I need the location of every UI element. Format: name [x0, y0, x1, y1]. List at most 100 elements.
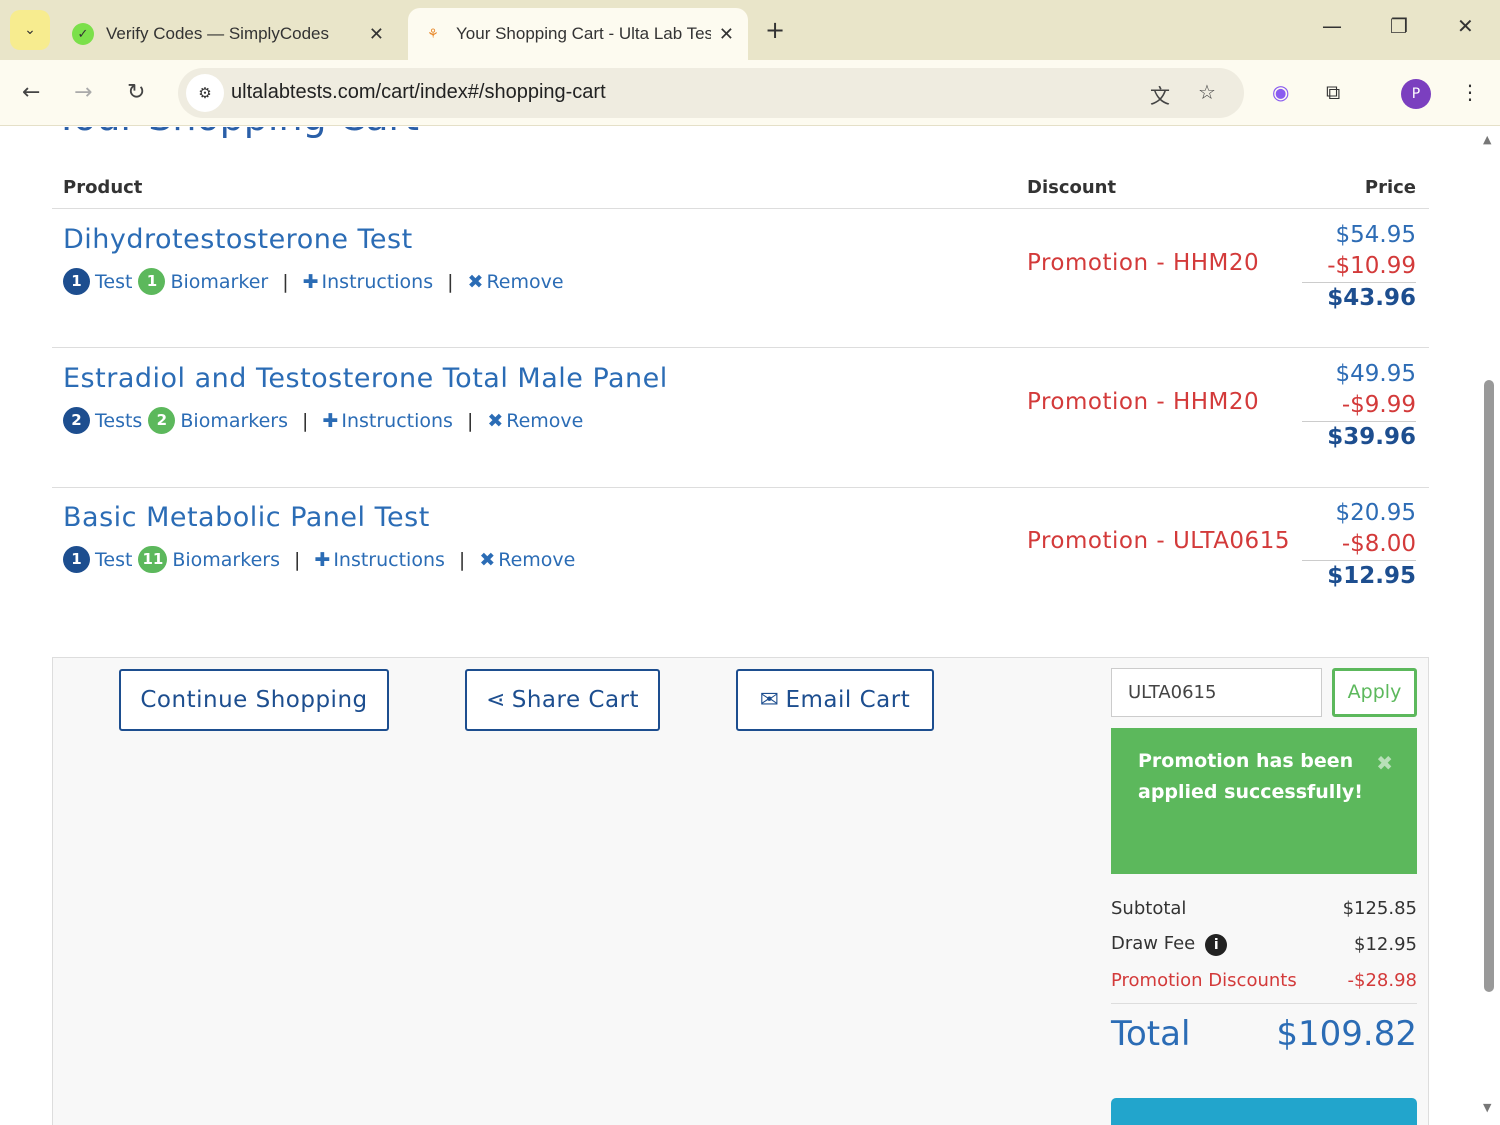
- page-title: Your Shopping Cart: [55, 127, 419, 139]
- ulta-icon: ⚘: [427, 26, 439, 41]
- remove-link[interactable]: Remove: [506, 410, 583, 432]
- discount-amount: -$8.00: [1302, 529, 1416, 561]
- email-cart-label: Email Cart: [785, 687, 911, 713]
- avatar[interactable]: P: [1401, 79, 1431, 109]
- biomarkers-link[interactable]: Biomarkers: [172, 549, 280, 571]
- plus-icon: ✚: [314, 548, 331, 571]
- minimize-icon[interactable]: —: [1322, 14, 1342, 38]
- total-label: Total: [1111, 1014, 1191, 1054]
- extensions-puzzle-icon[interactable]: ⧉: [1326, 80, 1340, 104]
- biomarkers-count-badge: 1: [138, 268, 166, 295]
- divider: [52, 208, 1429, 209]
- tests-label: Test: [95, 548, 133, 571]
- draw-fee-label: Draw Fee: [1111, 933, 1196, 954]
- instructions-link[interactable]: Instructions: [333, 549, 445, 571]
- restore-icon[interactable]: ❐: [1390, 14, 1408, 38]
- url-text[interactable]: ultalabtests.com/cart/index#/shopping-ca…: [231, 81, 606, 104]
- scrollbar-thumb[interactable]: [1484, 380, 1494, 992]
- original-price: $49.95: [1335, 361, 1416, 387]
- alert-message: Promotion has been applied successfully!: [1138, 750, 1363, 803]
- discount-amount: -$10.99: [1302, 251, 1416, 283]
- back-icon[interactable]: ←: [22, 80, 40, 105]
- tests-count-badge: 1: [63, 268, 90, 295]
- tests-label: Test: [95, 270, 133, 293]
- close-icon[interactable]: ✖: [1376, 748, 1393, 779]
- address-bar[interactable]: ⚙ ultalabtests.com/cart/index#/shopping-…: [178, 68, 1244, 118]
- close-window-icon[interactable]: ✕: [1457, 14, 1474, 38]
- final-price: $43.96: [1327, 285, 1416, 311]
- biomarkers-link[interactable]: Biomarker: [170, 271, 268, 293]
- product-name[interactable]: Estradiol and Testosterone Total Male Pa…: [63, 363, 668, 394]
- promotion-discounts-row: Promotion Discounts -$28.98: [1111, 970, 1417, 1004]
- apply-button[interactable]: Apply: [1332, 668, 1417, 717]
- tab-ulta[interactable]: ⚘ Your Shopping Cart - Ulta Lab Tests ✕: [408, 8, 748, 60]
- total-row: Total $109.82: [1111, 1014, 1417, 1054]
- share-icon: ⋖: [485, 687, 506, 713]
- original-price: $20.95: [1335, 500, 1416, 526]
- tests-count-badge: 2: [63, 407, 90, 434]
- subtotal-value: $125.85: [1342, 898, 1417, 919]
- info-icon[interactable]: i: [1205, 934, 1228, 956]
- promo-discounts-value: -$28.98: [1347, 970, 1417, 991]
- remove-icon: ✖: [479, 548, 496, 571]
- remove-icon: ✖: [467, 270, 484, 293]
- extension-icon[interactable]: ◉: [1272, 80, 1289, 104]
- instructions-link[interactable]: Instructions: [341, 410, 453, 432]
- tab-title: Verify Codes — SimplyCodes: [106, 24, 329, 43]
- remove-link[interactable]: Remove: [498, 549, 575, 571]
- cart-actions-panel: Continue Shopping ⋖ Share Cart ✉ Email Car…: [52, 657, 1429, 1125]
- scroll-down-icon[interactable]: ▼: [1483, 1101, 1491, 1114]
- original-price: $54.95: [1335, 222, 1416, 248]
- product-name[interactable]: Basic Metabolic Panel Test: [63, 502, 430, 533]
- tests-count-badge: 1: [63, 546, 90, 573]
- close-tab-icon[interactable]: ✕: [369, 24, 384, 45]
- header-price: Price: [1364, 177, 1416, 198]
- promotion-label: Promotion - ULTA0615: [1027, 528, 1290, 554]
- translate-icon[interactable]: 文: [1150, 80, 1170, 109]
- biomarkers-count-badge: 11: [138, 546, 168, 573]
- share-cart-button[interactable]: ⋖ Share Cart: [465, 669, 660, 731]
- bookmark-star-icon[interactable]: ☆: [1198, 80, 1216, 104]
- promo-code-input[interactable]: ULTA0615: [1111, 668, 1322, 717]
- tab-search-button[interactable]: ⌄: [10, 10, 50, 50]
- final-price: $12.95: [1327, 563, 1416, 589]
- plus-icon: ✚: [322, 409, 339, 432]
- success-alert: Promotion has been applied successfully!…: [1111, 728, 1417, 874]
- instructions-link[interactable]: Instructions: [322, 271, 434, 293]
- continue-shopping-button[interactable]: Continue Shopping: [119, 669, 389, 731]
- promo-discounts-label: Promotion Discounts: [1111, 970, 1297, 991]
- draw-fee-value: $12.95: [1354, 934, 1417, 955]
- biomarkers-count-badge: 2: [148, 407, 176, 434]
- scroll-up-icon[interactable]: ▲: [1483, 133, 1491, 146]
- divider: [52, 347, 1429, 348]
- tab-title: Your Shopping Cart - Ulta Lab Tests: [456, 24, 711, 43]
- checkout-button[interactable]: [1111, 1098, 1417, 1125]
- draw-fee-row: Draw Fee i $12.95: [1111, 933, 1417, 956]
- close-tab-icon[interactable]: ✕: [719, 24, 734, 45]
- discount-amount: -$9.99: [1302, 390, 1416, 422]
- biomarkers-link[interactable]: Biomarkers: [180, 410, 288, 432]
- subtotal-row: Subtotal $125.85: [1111, 898, 1417, 919]
- email-cart-button[interactable]: ✉ Email Cart: [736, 669, 934, 731]
- new-tab-icon[interactable]: +: [765, 16, 785, 44]
- final-price: $39.96: [1327, 424, 1416, 450]
- remove-link[interactable]: Remove: [486, 271, 563, 293]
- promotion-label: Promotion - HHM20: [1027, 250, 1260, 276]
- plus-icon: ✚: [302, 270, 319, 293]
- menu-icon[interactable]: ⋮: [1460, 80, 1480, 104]
- promotion-label: Promotion - HHM20: [1027, 389, 1260, 415]
- scrollbar[interactable]: ▲ ▼: [1478, 127, 1500, 1125]
- envelope-icon: ✉: [759, 687, 780, 713]
- product-name[interactable]: Dihydrotestosterone Test: [63, 224, 413, 255]
- remove-icon: ✖: [487, 409, 504, 432]
- header-discount: Discount: [1027, 177, 1117, 198]
- header-product: Product: [63, 177, 143, 198]
- tests-label: Tests: [95, 409, 143, 432]
- cart-page: Your Shopping Cart Product Discount Pric…: [0, 127, 1478, 1125]
- forward-icon[interactable]: →: [74, 80, 92, 105]
- reload-icon[interactable]: ↻: [127, 80, 145, 105]
- total-value: $109.82: [1276, 1014, 1417, 1054]
- tab-simplycodes[interactable]: ✓ Verify Codes — SimplyCodes ✕: [58, 8, 398, 60]
- site-settings-icon[interactable]: ⚙: [186, 74, 224, 112]
- share-cart-label: Share Cart: [511, 687, 640, 713]
